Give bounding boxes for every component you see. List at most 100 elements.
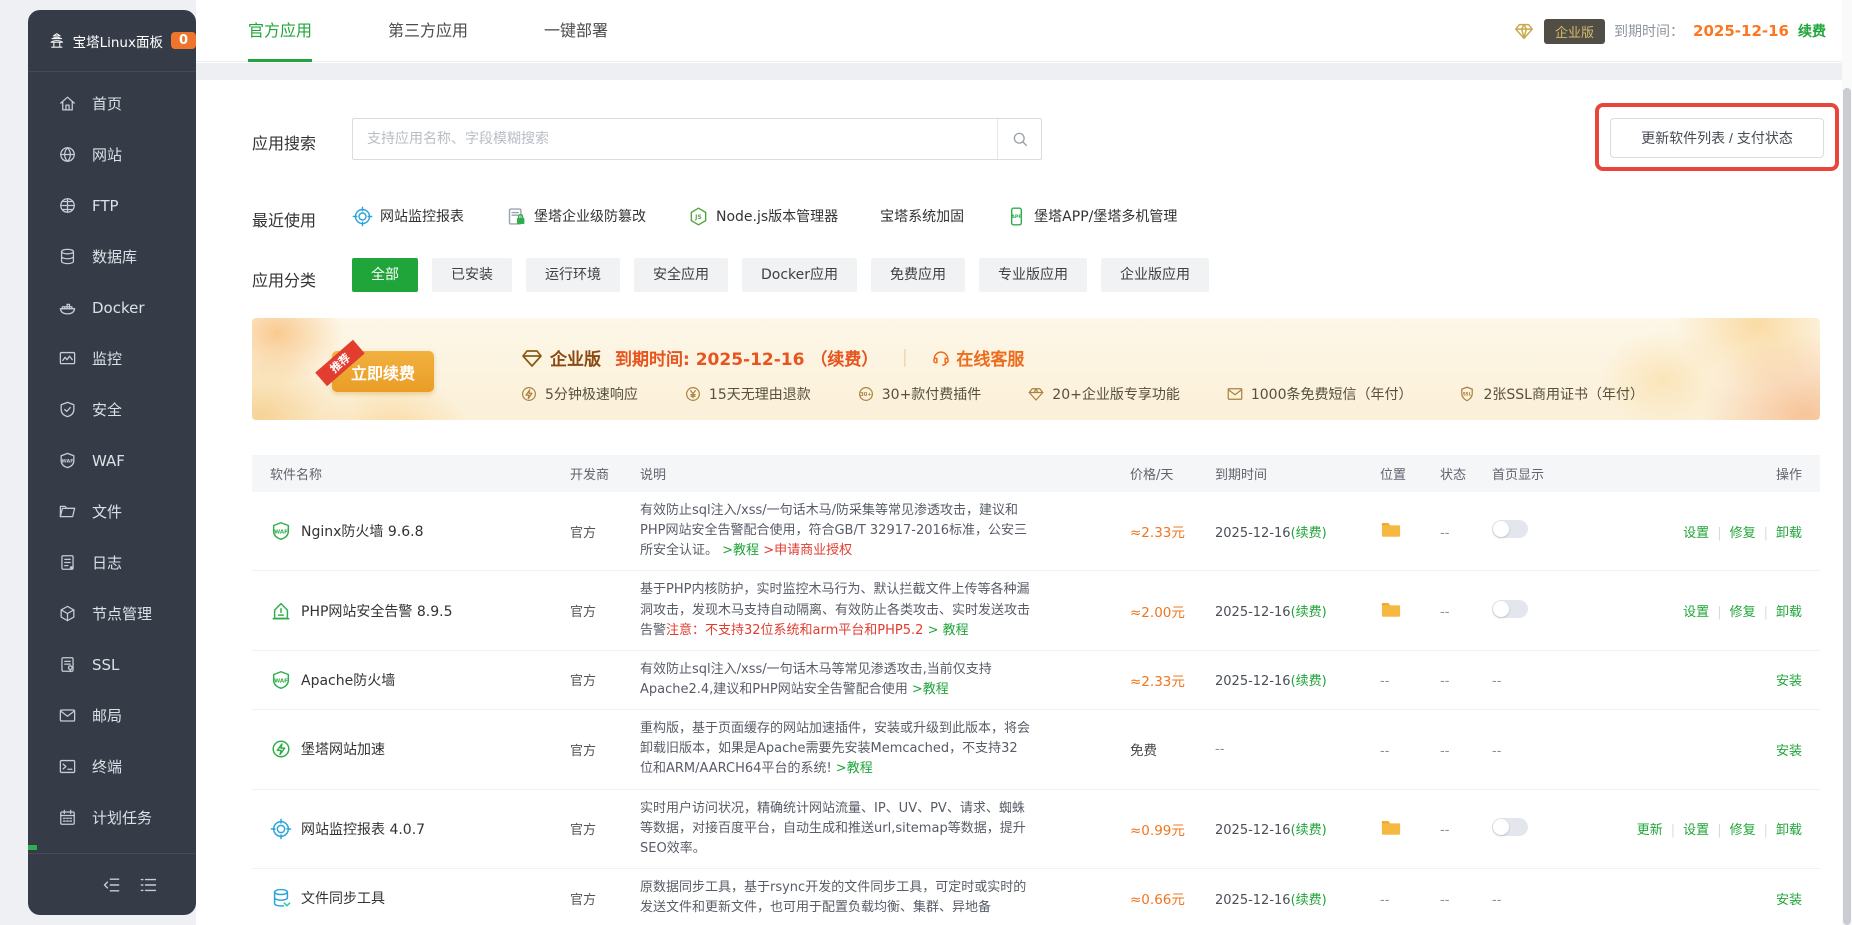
collapse-sidebar-icon[interactable] (102, 875, 122, 895)
action-settings[interactable]: 设置 (1683, 526, 1709, 541)
folder-icon (58, 502, 77, 521)
sidebar-item-cron[interactable]: 计划任务 (28, 792, 196, 843)
action-install[interactable]: 安装 (1776, 744, 1802, 759)
tutorial-link[interactable]: >教程 (912, 682, 949, 697)
home-display-cell (1492, 818, 1592, 840)
sidebar-item-files[interactable]: 文件 (28, 486, 196, 537)
sidebar-item-home[interactable]: 首页 (28, 78, 196, 129)
license-apply-link[interactable]: >申请商业授权 (763, 543, 852, 558)
action-separator: | (1717, 526, 1721, 541)
category-all[interactable]: 全部 (352, 258, 418, 292)
action-repair[interactable]: 修复 (1730, 823, 1756, 838)
table-row-site-monitor: 网站监控报表 4.0.7官方实时用户访问状况，精确统计网站流量、IP、UV、PV… (252, 790, 1820, 869)
renew-link[interactable]: 续费 (1798, 21, 1826, 41)
empty-value: -- (1440, 744, 1449, 759)
category-installed[interactable]: 已安装 (432, 258, 512, 292)
renew-link[interactable]: (续费) (1291, 823, 1327, 838)
folder-icon[interactable] (1380, 519, 1402, 539)
action-uninstall[interactable]: 卸载 (1776, 526, 1802, 541)
app-name-cell: 文件同步工具 (270, 887, 570, 909)
home-display-toggle[interactable] (1492, 520, 1528, 538)
expire-cell: 2025-12-16(续费) (1215, 601, 1380, 620)
sidebar-item-site[interactable]: 网站 (28, 129, 196, 180)
column-header: 开发商 (570, 464, 640, 483)
folder-icon[interactable] (1380, 817, 1402, 837)
renew-link[interactable]: (续费) (1291, 526, 1327, 541)
category-security[interactable]: 安全应用 (634, 258, 728, 292)
action-repair[interactable]: 修复 (1730, 526, 1756, 541)
action-update[interactable]: 更新 (1637, 823, 1663, 838)
online-support-link[interactable]: 在线客服 (956, 345, 1024, 370)
price: ≈2.33元 (1130, 670, 1215, 690)
sidebar-item-node[interactable]: 节点管理 (28, 588, 196, 639)
location-cell: -- (1380, 889, 1440, 908)
mail-outline-icon (1226, 385, 1244, 403)
location-cell: -- (1380, 740, 1440, 759)
empty-value: -- (1380, 893, 1389, 908)
sidebar-item-ftp[interactable]: FTP (28, 180, 196, 231)
category-pro[interactable]: 专业版应用 (979, 258, 1087, 292)
recent-app[interactable]: JSNode.js版本管理器 (688, 206, 838, 227)
renew-link[interactable]: (续费) (1291, 674, 1327, 689)
action-uninstall[interactable]: 卸载 (1776, 605, 1802, 620)
category-docker[interactable]: Docker应用 (742, 258, 857, 292)
category-enterprise[interactable]: 企业版应用 (1101, 258, 1209, 292)
sidebar-item-ssl[interactable]: SSL (28, 639, 196, 690)
sidebar-item-docker[interactable]: Docker (28, 282, 196, 333)
search-button[interactable] (997, 119, 1041, 159)
recent-app[interactable]: 堡塔企业级防篡改 (506, 206, 646, 227)
plugin-30-icon: 30+ (857, 385, 875, 403)
update-software-list-button[interactable]: 更新软件列表 / 支付状态 (1610, 118, 1824, 158)
status-cell: -- (1440, 889, 1492, 908)
home-display-toggle[interactable] (1492, 818, 1528, 836)
menu-list-icon[interactable] (138, 875, 158, 895)
sidebar-item-security[interactable]: 安全 (28, 384, 196, 435)
scrollbar-thumb[interactable] (1843, 88, 1851, 925)
action-settings[interactable]: 设置 (1683, 605, 1709, 620)
renew-link[interactable]: (续费) (1291, 893, 1327, 908)
tutorial-link[interactable]: >教程 (836, 761, 873, 776)
tutorial-link[interactable]: > 教程 (923, 623, 968, 638)
renew-now-button[interactable]: 立即续费 推荐 (332, 351, 434, 392)
category-runtime[interactable]: 运行环境 (526, 258, 620, 292)
sidebar-item-logs[interactable]: 日志 (28, 537, 196, 588)
action-install[interactable]: 安装 (1776, 674, 1802, 689)
sidebar-item-label: 邮局 (92, 705, 122, 726)
action-repair[interactable]: 修复 (1730, 605, 1756, 620)
tab-deploy[interactable]: 一键部署 (544, 0, 608, 62)
banner-expire-text[interactable]: 到期时间: 2025-12-16 （续费） (615, 345, 878, 370)
banner-feature-label: 2张SSL商用证书（年付） (1483, 384, 1643, 404)
category-free[interactable]: 免费应用 (871, 258, 965, 292)
sidebar-item-waf[interactable]: WAFWAF (28, 435, 196, 486)
column-header: 位置 (1380, 464, 1440, 483)
recent-app[interactable]: 网站监控报表 (352, 206, 464, 227)
home-icon (58, 94, 77, 113)
tutorial-link[interactable]: >教程 (722, 543, 759, 558)
sidebar-item-monitor[interactable]: 监控 (28, 333, 196, 384)
diamond-icon (1513, 20, 1535, 42)
expire-cell: 2025-12-16(续费) (1215, 889, 1380, 908)
renew-now-label: 立即续费 (351, 360, 415, 384)
message-count-badge[interactable]: 0 (171, 32, 196, 49)
action-install[interactable]: 安装 (1776, 893, 1802, 908)
sidebar-item-terminal[interactable]: 终端 (28, 741, 196, 792)
sidebar-item-database[interactable]: 数据库 (28, 231, 196, 282)
home-display-toggle[interactable] (1492, 600, 1528, 618)
recent-app[interactable]: 宝塔系统加固 (880, 206, 964, 226)
svg-text:30+: 30+ (860, 392, 872, 398)
app-description: 有效防止sql注入/xss/一句话木马等常见渗透攻击,当前仅支持Apache2.… (640, 651, 1130, 709)
tab-official[interactable]: 官方应用 (248, 0, 312, 62)
folder-icon[interactable] (1380, 599, 1402, 619)
action-uninstall[interactable]: 卸载 (1776, 823, 1802, 838)
tab-third-party[interactable]: 第三方应用 (388, 0, 468, 62)
sidebar-item-mail[interactable]: 邮局 (28, 690, 196, 741)
banner-feature: 1000条免费短信（年付） (1226, 384, 1413, 404)
software-table: 软件名称开发商说明价格/天到期时间位置状态首页显示操作 WAFNginx防火墙 … (252, 455, 1820, 925)
search-input[interactable] (353, 119, 997, 159)
action-settings[interactable]: 设置 (1683, 823, 1709, 838)
banner-feature-label: 15天无理由退款 (709, 384, 811, 404)
banner-feature-label: 20+企业版专享功能 (1052, 384, 1180, 404)
app-name-cell: PHP网站安全告警 8.9.5 (270, 600, 570, 622)
renew-link[interactable]: (续费) (1291, 605, 1327, 620)
recent-app[interactable]: APP堡塔APP/堡塔多机管理 (1006, 206, 1177, 227)
